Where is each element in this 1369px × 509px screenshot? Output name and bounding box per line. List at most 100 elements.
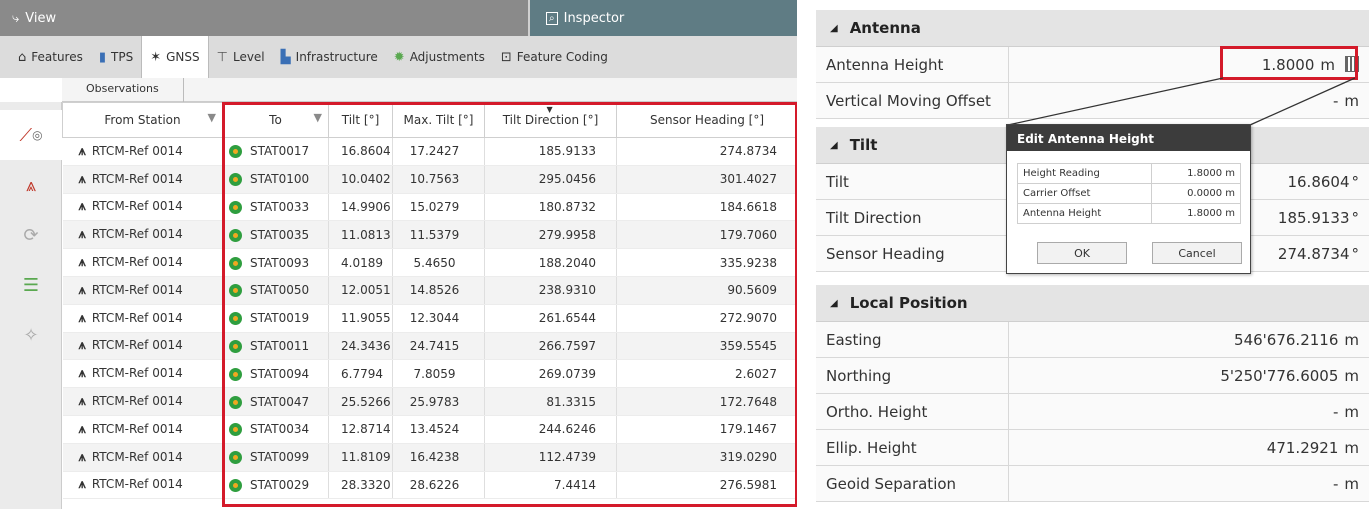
- gear-icon: ✹: [393, 49, 405, 65]
- vertical-offset-label: Vertical Moving Offset: [826, 92, 991, 110]
- tab-adjustments[interactable]: ✹ Adjustments: [386, 36, 493, 78]
- tab-feature-coding[interactable]: ⊡ Feature Coding: [493, 36, 616, 78]
- baseline-icon[interactable]: ⟳: [16, 220, 46, 250]
- col-to[interactable]: To ▼: [222, 102, 329, 138]
- table-row[interactable]: ⩚ RTCM-Ref 0014 STAT0033 14.9906 15.0279 180.…: [62, 193, 797, 222]
- filter-icon[interactable]: ▼: [314, 111, 322, 124]
- tilt-label: Tilt: [826, 173, 849, 191]
- tab-bar: ⌂ Features ▮ TPS ✶ GNSS ⊤ Level ▙ Infrastruct…: [0, 36, 797, 78]
- observations-panel: ⤷ View ⌕ Inspector ⌂ Features ▮ TPS ✶ GNSS …: [0, 0, 797, 509]
- dialog-title: Edit Antenna Height: [1007, 125, 1250, 151]
- reference-station-icon: ⩚: [78, 255, 86, 271]
- reference-station-icon: ⩚: [78, 282, 86, 298]
- table-row[interactable]: ⩚ RTCM-Ref 0014 STAT0017 16.8604 17.2427 185.…: [62, 137, 797, 166]
- northing-row: Northing 5'250'776.6005 m: [816, 358, 1369, 394]
- view-header[interactable]: ⤷ View: [0, 0, 530, 36]
- from-station-cell: ⩚ RTCM-Ref 0014: [62, 220, 223, 250]
- tilt-direction-cell: 244.6246: [484, 415, 617, 444]
- satellite-report-icon[interactable]: ✧: [16, 320, 46, 350]
- collapse-icon[interactable]: ◢: [830, 23, 838, 34]
- inspector-header[interactable]: ⌕ Inspector: [530, 0, 797, 36]
- tab-level[interactable]: ⊤ Level: [209, 36, 273, 78]
- tab-infrastructure[interactable]: ▙ Infrastructure: [273, 36, 386, 78]
- ok-button[interactable]: OK: [1037, 242, 1127, 264]
- edit-antenna-height-dialog: Edit Antenna Height Height Reading 1.8000…: [1006, 124, 1251, 274]
- title-bar: ⤷ View ⌕ Inspector: [0, 0, 797, 36]
- ortho-height-label: Ortho. Height: [826, 403, 928, 421]
- breadcrumb: Observations: [62, 78, 797, 102]
- view-icon: ⤷: [12, 10, 20, 26]
- satellite-icon: ✶: [150, 49, 162, 65]
- northing-label: Northing: [826, 367, 892, 385]
- reference-station-icon: ⩚: [78, 449, 86, 465]
- tilt-direction-cell: 185.9133: [484, 137, 617, 166]
- rover-point-icon: [229, 478, 242, 492]
- vertical-offset-value[interactable]: -m: [1333, 92, 1359, 110]
- to-cell: STAT0017: [222, 137, 329, 166]
- table-row[interactable]: ⩚ RTCM-Ref 0014 STAT0035 11.0813 11.5379 279.…: [62, 220, 797, 250]
- rover-point-icon: [229, 367, 242, 381]
- collapse-icon[interactable]: ◢: [830, 140, 838, 151]
- col-sensor-heading[interactable]: Sensor Heading [°]: [616, 102, 797, 138]
- table-row[interactable]: ⩚ RTCM-Ref 0014 STAT0099 11.8109 16.4238 112.…: [62, 443, 797, 472]
- gnss-station-icon[interactable]: ⩓: [16, 170, 46, 200]
- vertical-offset-row: Vertical Moving Offset -m: [816, 83, 1369, 119]
- sidebar: ⟋ ◎ ⩓ ⟳ ☰ ✧: [0, 102, 62, 509]
- cancel-button[interactable]: Cancel: [1152, 242, 1242, 264]
- dialog-antenna-height-value: 1.8000 m: [1151, 203, 1241, 224]
- tilt-direction-cell: 81.3315: [484, 387, 617, 416]
- col-tilt-direction[interactable]: ▼ Tilt Direction [°]: [484, 102, 617, 138]
- tab-tps[interactable]: ▮ TPS: [91, 36, 141, 78]
- tilt-direction-cell: 188.2040: [484, 248, 617, 277]
- col-from-station[interactable]: From Station ▼: [62, 102, 223, 138]
- inspector-panel: ◢ Antenna Antenna Height 1.8000 m Vertical…: [816, 0, 1369, 509]
- tilt-cell: 12.0051: [328, 276, 393, 305]
- tilt-direction-cell: 261.6544: [484, 304, 617, 333]
- dialog-table: Height Reading 1.8000 m Carrier Offset 0.0…: [1016, 163, 1241, 224]
- ortho-height-row: Ortho. Height -m: [816, 394, 1369, 430]
- table-row[interactable]: ⩚ RTCM-Ref 0014 STAT0019 11.9055 12.3044 261.…: [62, 304, 797, 333]
- breadcrumb-observations[interactable]: Observations: [62, 78, 184, 102]
- col-max-tilt[interactable]: Max. Tilt [°]: [392, 102, 485, 138]
- sensor-heading-cell: 319.0290: [616, 443, 797, 472]
- table-row[interactable]: ⩚ RTCM-Ref 0014 STAT0034 12.8714 13.4524 244.…: [62, 415, 797, 444]
- gnss-observation-icon[interactable]: ⟋ ◎: [0, 110, 62, 160]
- carrier-offset-input[interactable]: 0.0000 m: [1151, 183, 1241, 204]
- tab-gnss[interactable]: ✶ GNSS: [141, 36, 209, 78]
- filter-icon[interactable]: ▼: [208, 111, 216, 124]
- table-row[interactable]: ⩚ RTCM-Ref 0014 STAT0047 25.5266 25.9783 81.3…: [62, 387, 797, 416]
- section-local-position[interactable]: ◢ Local Position: [816, 285, 1369, 322]
- to-cell: STAT0035: [222, 220, 329, 250]
- rover-point-icon: [229, 200, 242, 214]
- col-tilt[interactable]: Tilt [°]: [328, 102, 393, 138]
- sensor-heading-cell: 172.7648: [616, 387, 797, 416]
- reference-station-icon: ⩚: [78, 366, 86, 382]
- tilt-direction-cell: 269.0739: [484, 359, 617, 389]
- dialog-antenna-height-row: Antenna Height 1.8000 m: [1016, 203, 1241, 224]
- table-row[interactable]: ⩚ RTCM-Ref 0014 STAT0050 12.0051 14.8526 238.…: [62, 276, 797, 305]
- list-icon[interactable]: ☰: [16, 270, 46, 300]
- inspector-title: Inspector: [563, 10, 625, 26]
- tab-features[interactable]: ⌂ Features: [10, 36, 91, 78]
- ellip-height-label: Ellip. Height: [826, 439, 917, 457]
- inspector-icon: ⌕: [546, 11, 558, 25]
- rover-point-icon: [229, 451, 242, 465]
- coding-icon: ⊡: [500, 49, 512, 65]
- reference-station-icon: ⩚: [78, 199, 86, 215]
- collapse-icon[interactable]: ◢: [830, 298, 838, 309]
- rover-point-icon: [229, 145, 242, 159]
- table-row[interactable]: ⩚ RTCM-Ref 0014 STAT0094 6.7794 7.8059 269.07…: [62, 359, 797, 389]
- height-reading-input[interactable]: 1.8000 m: [1151, 163, 1241, 184]
- max-tilt-cell: 14.8526: [392, 276, 485, 305]
- tilt-direction-cell: 180.8732: [484, 193, 617, 222]
- tilt-cell: 25.5266: [328, 387, 393, 416]
- table-row[interactable]: ⩚ RTCM-Ref 0014 STAT0100 10.0402 10.7563 295.…: [62, 165, 797, 194]
- table-row[interactable]: ⩚ RTCM-Ref 0014 STAT0011 24.3436 24.7415 266.…: [62, 332, 797, 361]
- section-antenna[interactable]: ◢ Antenna: [816, 10, 1369, 47]
- table-row[interactable]: ⩚ RTCM-Ref 0014 STAT0093 4.0189 5.4650 188.20…: [62, 248, 797, 277]
- from-station-cell: ⩚ RTCM-Ref 0014: [62, 276, 223, 305]
- sensor-heading-cell: 2.6027: [616, 359, 797, 389]
- to-cell: STAT0100: [222, 165, 329, 194]
- max-tilt-cell: 11.5379: [392, 220, 485, 250]
- table-row[interactable]: ⩚ RTCM-Ref 0014 STAT0029 28.3320 28.6226 7.44…: [62, 471, 797, 500]
